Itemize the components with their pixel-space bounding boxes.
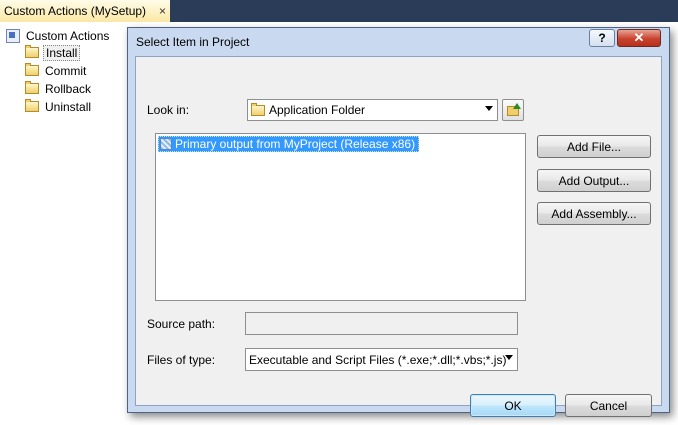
document-tab-title: Custom Actions (MySetup)	[4, 4, 147, 18]
folder-icon	[25, 99, 39, 112]
ok-button[interactable]: OK	[470, 394, 556, 417]
tree-item-rollback[interactable]: Rollback	[25, 80, 93, 97]
files-of-type-dropdown[interactable]: Executable and Script Files (*.exe;*.dll…	[245, 348, 518, 371]
tree-item-commit[interactable]: Commit	[25, 62, 88, 79]
tree-item-uninstall[interactable]: Uninstall	[25, 98, 93, 115]
source-path-label: Source path:	[147, 317, 216, 331]
list-item-label: Primary output from MyProject (Release x…	[175, 137, 416, 151]
folder-icon	[25, 81, 39, 94]
look-in-dropdown[interactable]: Application Folder	[247, 99, 498, 121]
tree-item-install[interactable]: Install	[25, 44, 81, 61]
files-of-type-label: Files of type:	[147, 353, 216, 367]
files-of-type-value: Executable and Script Files (*.exe;*.dll…	[249, 352, 507, 367]
tree-item-label: Rollback	[45, 81, 92, 96]
add-file-button[interactable]: Add File...	[537, 135, 651, 158]
chevron-down-icon	[485, 106, 493, 111]
cancel-button[interactable]: Cancel	[565, 394, 652, 417]
help-button[interactable]: ?	[589, 29, 615, 47]
tree-item-label: Install	[43, 44, 81, 61]
tab-close-icon[interactable]: ×	[159, 4, 166, 18]
source-path-field	[245, 312, 518, 335]
dialog-client-area: Look in: Application Folder Primary outp…	[135, 56, 662, 417]
up-one-level-button[interactable]	[502, 99, 524, 121]
list-item[interactable]: Primary output from MyProject (Release x…	[158, 136, 420, 152]
tree-root-custom-actions[interactable]: Custom Actions	[6, 27, 111, 44]
look-in-value: Application Folder	[269, 103, 366, 117]
close-button[interactable]: ✕	[617, 29, 661, 47]
folder-icon	[251, 102, 265, 116]
chevron-down-icon	[505, 355, 513, 360]
select-item-dialog: Select Item in Project ? ✕ Look in: Appl…	[127, 27, 670, 417]
dialog-titlebar[interactable]: Select Item in Project ? ✕	[128, 28, 669, 55]
document-tab-strip: Custom Actions (MySetup) ×	[0, 0, 678, 22]
tree-root-label: Custom Actions	[26, 28, 110, 43]
add-assembly-button[interactable]: Add Assembly...	[537, 202, 651, 225]
look-in-label: Look in:	[147, 103, 190, 117]
up-arrow-icon	[513, 103, 521, 109]
folder-icon	[25, 45, 39, 58]
dialog-title: Select Item in Project	[136, 35, 250, 49]
project-output-icon	[160, 138, 172, 150]
document-tab-custom-actions[interactable]: Custom Actions (MySetup) ×	[0, 0, 170, 22]
tree-item-label: Commit	[45, 63, 87, 78]
project-items-list[interactable]: Primary output from MyProject (Release x…	[155, 133, 526, 301]
tree-item-label: Uninstall	[45, 99, 92, 114]
add-output-button[interactable]: Add Output...	[537, 169, 651, 192]
folder-icon	[25, 63, 39, 76]
custom-actions-icon	[6, 28, 20, 43]
